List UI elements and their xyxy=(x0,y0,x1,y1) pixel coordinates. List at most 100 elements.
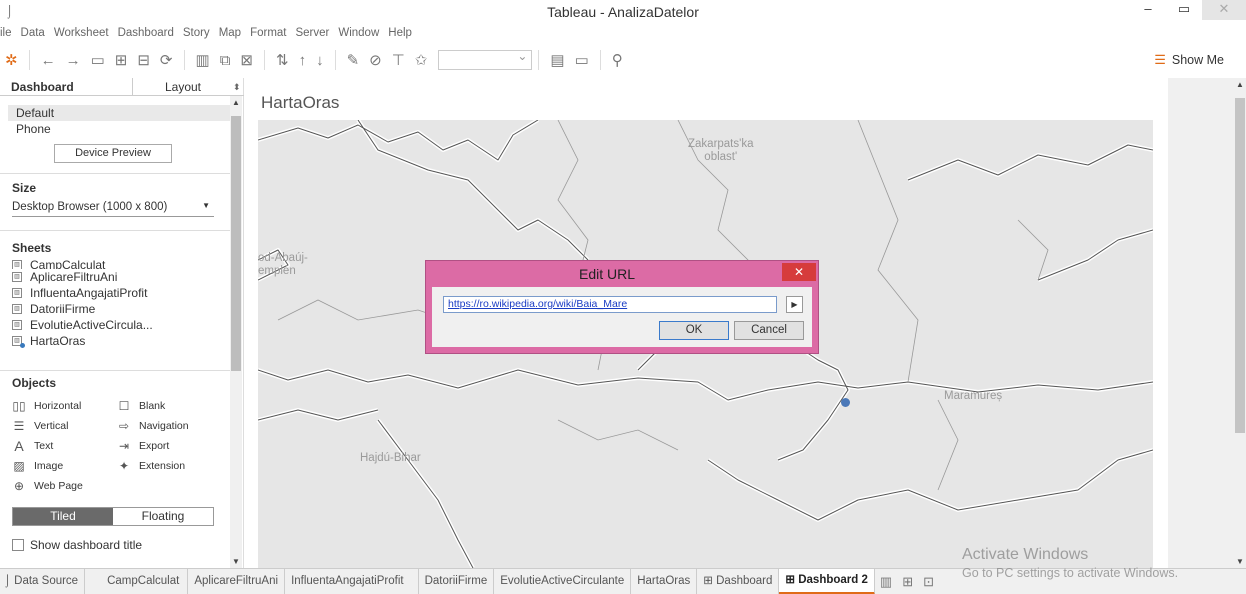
side-panel-scrollbar[interactable]: ▲ ▼ xyxy=(230,96,242,568)
menu-format[interactable]: Format xyxy=(250,27,286,39)
dialog-body: https://ro.wikipedia.org/wiki/Baia_Mare … xyxy=(432,287,812,347)
scroll-up-icon[interactable]: ▲ xyxy=(230,98,242,107)
share-icon[interactable]: ⚲ xyxy=(612,51,623,69)
redo-icon[interactable]: → xyxy=(66,52,81,69)
menu-server[interactable]: Server xyxy=(295,27,329,39)
device-item-default[interactable]: Default xyxy=(8,105,230,121)
object-extension[interactable]: ✦ Extension xyxy=(117,459,222,473)
menu-story[interactable]: Story xyxy=(183,27,210,39)
highlight-icon[interactable]: ✎ xyxy=(347,51,360,69)
device-preview-button[interactable]: Device Preview xyxy=(54,144,172,163)
menu-map[interactable]: Map xyxy=(219,27,241,39)
group-icon[interactable]: ⊘ xyxy=(369,51,382,69)
menu-window[interactable]: Window xyxy=(338,27,379,39)
menu-worksheet[interactable]: Worksheet xyxy=(54,27,109,39)
swap-icon[interactable]: ⇅ xyxy=(276,51,289,69)
minimize-icon[interactable]: – xyxy=(1130,0,1166,20)
presentation-icon[interactable]: ▭ xyxy=(575,51,589,69)
tab-dashboard[interactable]: Dashboard xyxy=(0,78,133,95)
cancel-button[interactable]: Cancel xyxy=(734,321,804,340)
worksheet-icon: ▥ xyxy=(12,288,22,298)
label-icon[interactable]: ⊤ xyxy=(392,51,405,69)
scroll-down-icon[interactable]: ▼ xyxy=(1234,557,1246,566)
object-blank[interactable]: ☐ Blank xyxy=(117,399,222,413)
close-icon[interactable]: ✕ xyxy=(782,263,816,281)
insert-field-arrow-icon[interactable]: ▶ xyxy=(786,296,803,313)
menu-dashboard[interactable]: Dashboard xyxy=(118,27,174,39)
tab-sheet[interactable]: HartaOras xyxy=(631,568,698,594)
map-sheet-icon: ▥ xyxy=(12,336,25,348)
object-navigation[interactable]: ⇨ Navigation xyxy=(117,419,222,433)
restore-icon[interactable]: ▭ xyxy=(1166,0,1202,20)
show-me-button[interactable]: ☰ Show Me xyxy=(1154,52,1224,68)
refresh-icon[interactable]: ⟳ xyxy=(160,51,173,69)
object-export[interactable]: ⇥ Export xyxy=(117,439,222,453)
tab-sort-icon[interactable]: ⬍ xyxy=(233,78,244,95)
new-worksheet-icon[interactable]: ▥ xyxy=(875,574,897,590)
scroll-thumb[interactable] xyxy=(231,116,241,371)
show-cards-icon[interactable]: ▤ xyxy=(550,51,564,69)
sheet-item[interactable]: ▥ AplicareFiltruAni xyxy=(12,269,222,285)
scroll-thumb[interactable] xyxy=(1235,98,1245,433)
sheet-item[interactable]: ▥ HartaOras xyxy=(12,333,222,349)
object-vertical[interactable]: ☰ Vertical xyxy=(12,419,117,433)
canvas-scrollbar[interactable]: ▲ ▼ xyxy=(1234,78,1246,568)
sort-descending-icon[interactable]: ↓ xyxy=(316,52,324,69)
tableau-logo-icon[interactable]: ✲ xyxy=(5,51,18,69)
map-label-oblast: oblast' xyxy=(704,151,738,163)
new-dashboard-icon[interactable]: ⊞ xyxy=(897,574,918,590)
data-source-icon: ⌡ xyxy=(4,574,15,587)
object-image[interactable]: ▨ Image xyxy=(12,459,117,473)
map-label-hajdu-bihar: Hajdú-Bihar xyxy=(360,452,421,464)
objects-grid: ▯▯ Horizontal ☐ Blank ☰ Vertical ⇨ Navigatio… xyxy=(12,396,222,496)
show-title-checkbox[interactable] xyxy=(12,539,24,551)
new-data-source-icon[interactable]: ⊞ xyxy=(115,51,128,69)
tab-dashboard-active[interactable]: ⊞ Dashboard 2 xyxy=(779,568,875,594)
tab-layout[interactable]: Layout xyxy=(133,78,233,95)
sheet-item[interactable]: ▥ DatoriiFirme xyxy=(12,301,222,317)
edit-url-dialog: Edit URL ✕ https://ro.wikipedia.org/wiki… xyxy=(425,260,819,354)
scroll-up-icon[interactable]: ▲ xyxy=(1234,80,1246,89)
object-web-page[interactable]: ⊕ Web Page xyxy=(12,479,123,493)
url-input[interactable]: https://ro.wikipedia.org/wiki/Baia_Mare xyxy=(443,296,777,313)
menu-help[interactable]: Help xyxy=(388,27,412,39)
tab-sheet[interactable]: AplicareFiltruAni xyxy=(188,568,286,594)
tab-data-source[interactable]: ⌡ Data Source xyxy=(0,568,86,594)
tiled-button[interactable]: Tiled xyxy=(13,508,113,525)
tiled-floating-toggle: Tiled Floating xyxy=(12,507,214,526)
activate-windows-watermark: Activate Windows Go to PC settings to ac… xyxy=(962,546,1179,580)
sheet-item[interactable]: ▥ CampCalculat xyxy=(12,260,222,269)
floating-button[interactable]: Floating xyxy=(113,508,213,525)
sheet-item[interactable]: ▥ EvolutieActiveCircula... xyxy=(12,317,222,333)
new-story-icon[interactable]: ⊡ xyxy=(918,574,939,590)
menu-file[interactable]: ile xyxy=(0,27,12,39)
new-worksheet-icon[interactable]: ▥ xyxy=(196,51,210,69)
save-icon[interactable]: ▭ xyxy=(91,51,105,69)
undo-icon[interactable]: ← xyxy=(41,52,56,69)
menu-data[interactable]: Data xyxy=(21,27,45,39)
show-dashboard-title-option[interactable]: Show dashboard title xyxy=(12,538,142,552)
tab-sheet[interactable]: CampCalculat xyxy=(85,568,189,594)
duplicate-icon[interactable]: ⧉ xyxy=(220,52,231,69)
object-horizontal[interactable]: ▯▯ Horizontal xyxy=(12,399,117,413)
pin-icon[interactable]: ✩ xyxy=(415,51,428,69)
sort-ascending-icon[interactable]: ↑ xyxy=(299,52,307,69)
tab-sheet[interactable]: EvolutieActiveCirculante xyxy=(494,568,632,594)
scroll-down-icon[interactable]: ▼ xyxy=(230,557,242,566)
close-window-icon[interactable]: ✕ xyxy=(1202,0,1246,20)
tab-sheet[interactable]: InfluentaAngajatiProfit xyxy=(285,568,419,594)
sheet-item[interactable]: ▥ InfluentaAngajatiProfit xyxy=(12,285,222,301)
city-map-point[interactable] xyxy=(841,398,850,407)
pause-updates-icon[interactable]: ⊟ xyxy=(137,51,150,69)
object-text[interactable]: A Text xyxy=(12,438,117,454)
fit-combo[interactable] xyxy=(438,49,533,70)
worksheet-icon: ▥ xyxy=(12,320,22,330)
extension-icon: ✦ xyxy=(118,459,130,473)
size-header: Size xyxy=(12,181,37,195)
tab-sheet[interactable]: DatoriiFirme xyxy=(419,568,495,594)
device-item-phone[interactable]: Phone xyxy=(8,121,230,137)
size-dropdown[interactable]: Desktop Browser (1000 x 800) ▼ xyxy=(12,201,214,217)
tab-dashboard[interactable]: ⊞ Dashboard xyxy=(697,568,780,594)
clear-sheet-icon[interactable]: ⊠ xyxy=(240,51,253,69)
ok-button[interactable]: OK xyxy=(659,321,729,340)
